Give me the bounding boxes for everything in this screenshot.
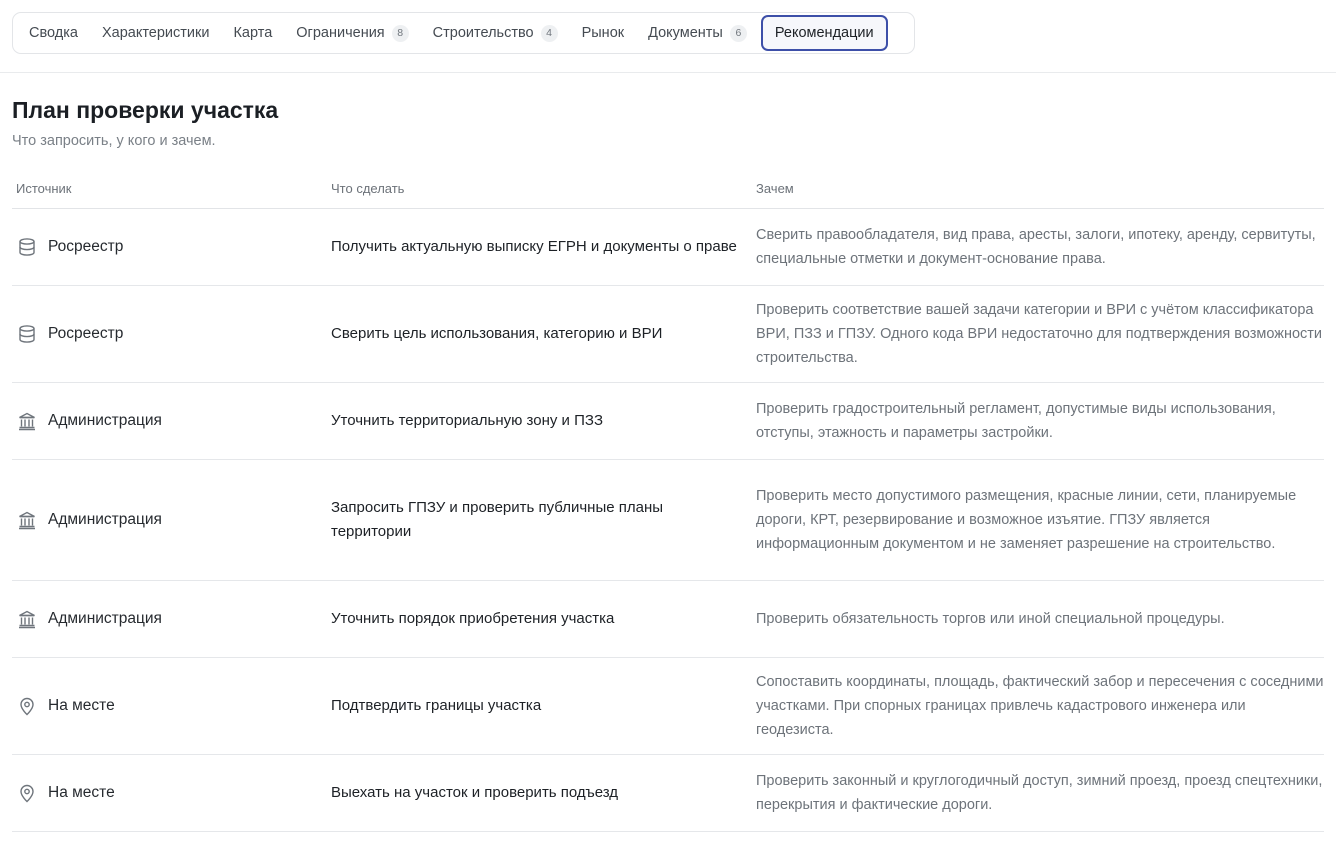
- tab-4[interactable]: Строительство 4: [421, 15, 570, 51]
- source-label: На месте: [48, 697, 115, 714]
- action-cell: Уточнить территориальную зону и ПЗЗ: [331, 412, 604, 429]
- tab-label: Характеристики: [101, 25, 210, 41]
- source-label: На месте: [48, 784, 115, 801]
- table-row: Администрация Уточнить порядок приобретен…: [12, 581, 1324, 658]
- tab-1[interactable]: Характеристики: [90, 15, 222, 51]
- tab-label: Сводка: [29, 25, 78, 41]
- tab-label: Ограничения: [296, 25, 385, 41]
- table-row: Росреестр Получить актуальную выписку ЕГР…: [12, 209, 1324, 286]
- database-icon: [16, 236, 38, 258]
- source-label: Администрация: [48, 511, 162, 528]
- table-row: На месте Подтвердить границы участка Сопос…: [12, 658, 1324, 755]
- source-label: Росреестр: [48, 325, 124, 342]
- government-building-icon: [16, 509, 38, 531]
- tab-0[interactable]: Сводка: [17, 15, 90, 51]
- tab-5[interactable]: Рынок: [570, 15, 637, 51]
- tab-count-badge: 6: [729, 24, 747, 42]
- tab-count-badge: 4: [540, 24, 558, 42]
- tab-count-badge: 8: [391, 24, 409, 42]
- reason-cell: Проверить обязательность торгов или иной…: [756, 611, 1225, 627]
- source-label: Росреестр: [48, 238, 124, 255]
- tab-bar: Сводка Характеристики Карта Ограничения 8 Стр…: [12, 12, 915, 54]
- source-cell: Администрация: [12, 608, 331, 630]
- action-cell: Сверить цель использования, категорию и …: [331, 325, 663, 342]
- source-cell: На месте: [12, 782, 331, 804]
- column-header-reason: Зачем: [756, 180, 794, 196]
- action-cell: Получить актуальную выписку ЕГРН и докум…: [331, 238, 737, 255]
- table-row: Росреестр Сверить цель использования, кат…: [12, 286, 1324, 383]
- table-row: Администрация Уточнить территориальную зо…: [12, 383, 1324, 460]
- action-cell: Запросить ГПЗУ и проверить публичные пла…: [331, 499, 664, 540]
- tab-3[interactable]: Ограничения 8: [284, 15, 420, 51]
- government-building-icon: [16, 410, 38, 432]
- tab-label: Рынок: [581, 25, 625, 41]
- database-icon: [16, 323, 38, 345]
- source-cell: Администрация: [12, 509, 331, 531]
- government-building-icon: [16, 608, 38, 630]
- source-cell: Росреестр: [12, 236, 331, 258]
- column-header-source: Источник: [16, 180, 72, 196]
- tab-label: Рекомендации: [774, 25, 874, 41]
- reason-cell: Сопоставить координаты, площадь, фактиче…: [756, 674, 1324, 738]
- reason-cell: Проверить место допустимого размещения, …: [756, 488, 1297, 552]
- check-plan-table: Источник Что сделать Зачем Росреестр Полу…: [12, 168, 1324, 832]
- action-cell: Выехать на участок и проверить подъезд: [331, 784, 619, 801]
- column-header-action: Что сделать: [331, 180, 405, 196]
- tab-label: Документы: [648, 25, 723, 41]
- tab-7[interactable]: Рекомендации: [760, 15, 888, 51]
- tab-label: Строительство: [432, 25, 534, 41]
- tab-label: Карта: [233, 25, 273, 41]
- source-label: Администрация: [48, 412, 162, 429]
- map-pin-icon: [16, 782, 38, 804]
- tab-2[interactable]: Карта: [221, 15, 284, 51]
- tab-6[interactable]: Документы 6: [636, 15, 759, 51]
- table-header: Источник Что сделать Зачем: [12, 168, 1324, 209]
- source-cell: На месте: [12, 695, 331, 717]
- map-pin-icon: [16, 695, 38, 717]
- source-cell: Администрация: [12, 410, 331, 432]
- action-cell: Уточнить порядок приобретения участка: [331, 610, 615, 627]
- reason-cell: Сверить правообладателя, вид права, арес…: [756, 227, 1316, 267]
- table-row: Администрация Запросить ГПЗУ и проверить …: [12, 460, 1324, 581]
- source-label: Администрация: [48, 610, 162, 627]
- page-title: План проверки участка: [12, 97, 279, 123]
- reason-cell: Проверить законный и круглогодичный дост…: [756, 773, 1323, 813]
- reason-cell: Проверить градостроительный регламент, д…: [756, 401, 1276, 441]
- header-divider: [0, 72, 1336, 73]
- reason-cell: Проверить соответствие вашей задачи кате…: [756, 302, 1323, 366]
- page-subtitle: Что запросить, у кого и зачем.: [12, 133, 216, 149]
- table-row: На месте Выехать на участок и проверить п…: [12, 755, 1324, 832]
- action-cell: Подтвердить границы участка: [331, 697, 542, 714]
- table-body: Росреестр Получить актуальную выписку ЕГР…: [12, 209, 1324, 832]
- source-cell: Росреестр: [12, 323, 331, 345]
